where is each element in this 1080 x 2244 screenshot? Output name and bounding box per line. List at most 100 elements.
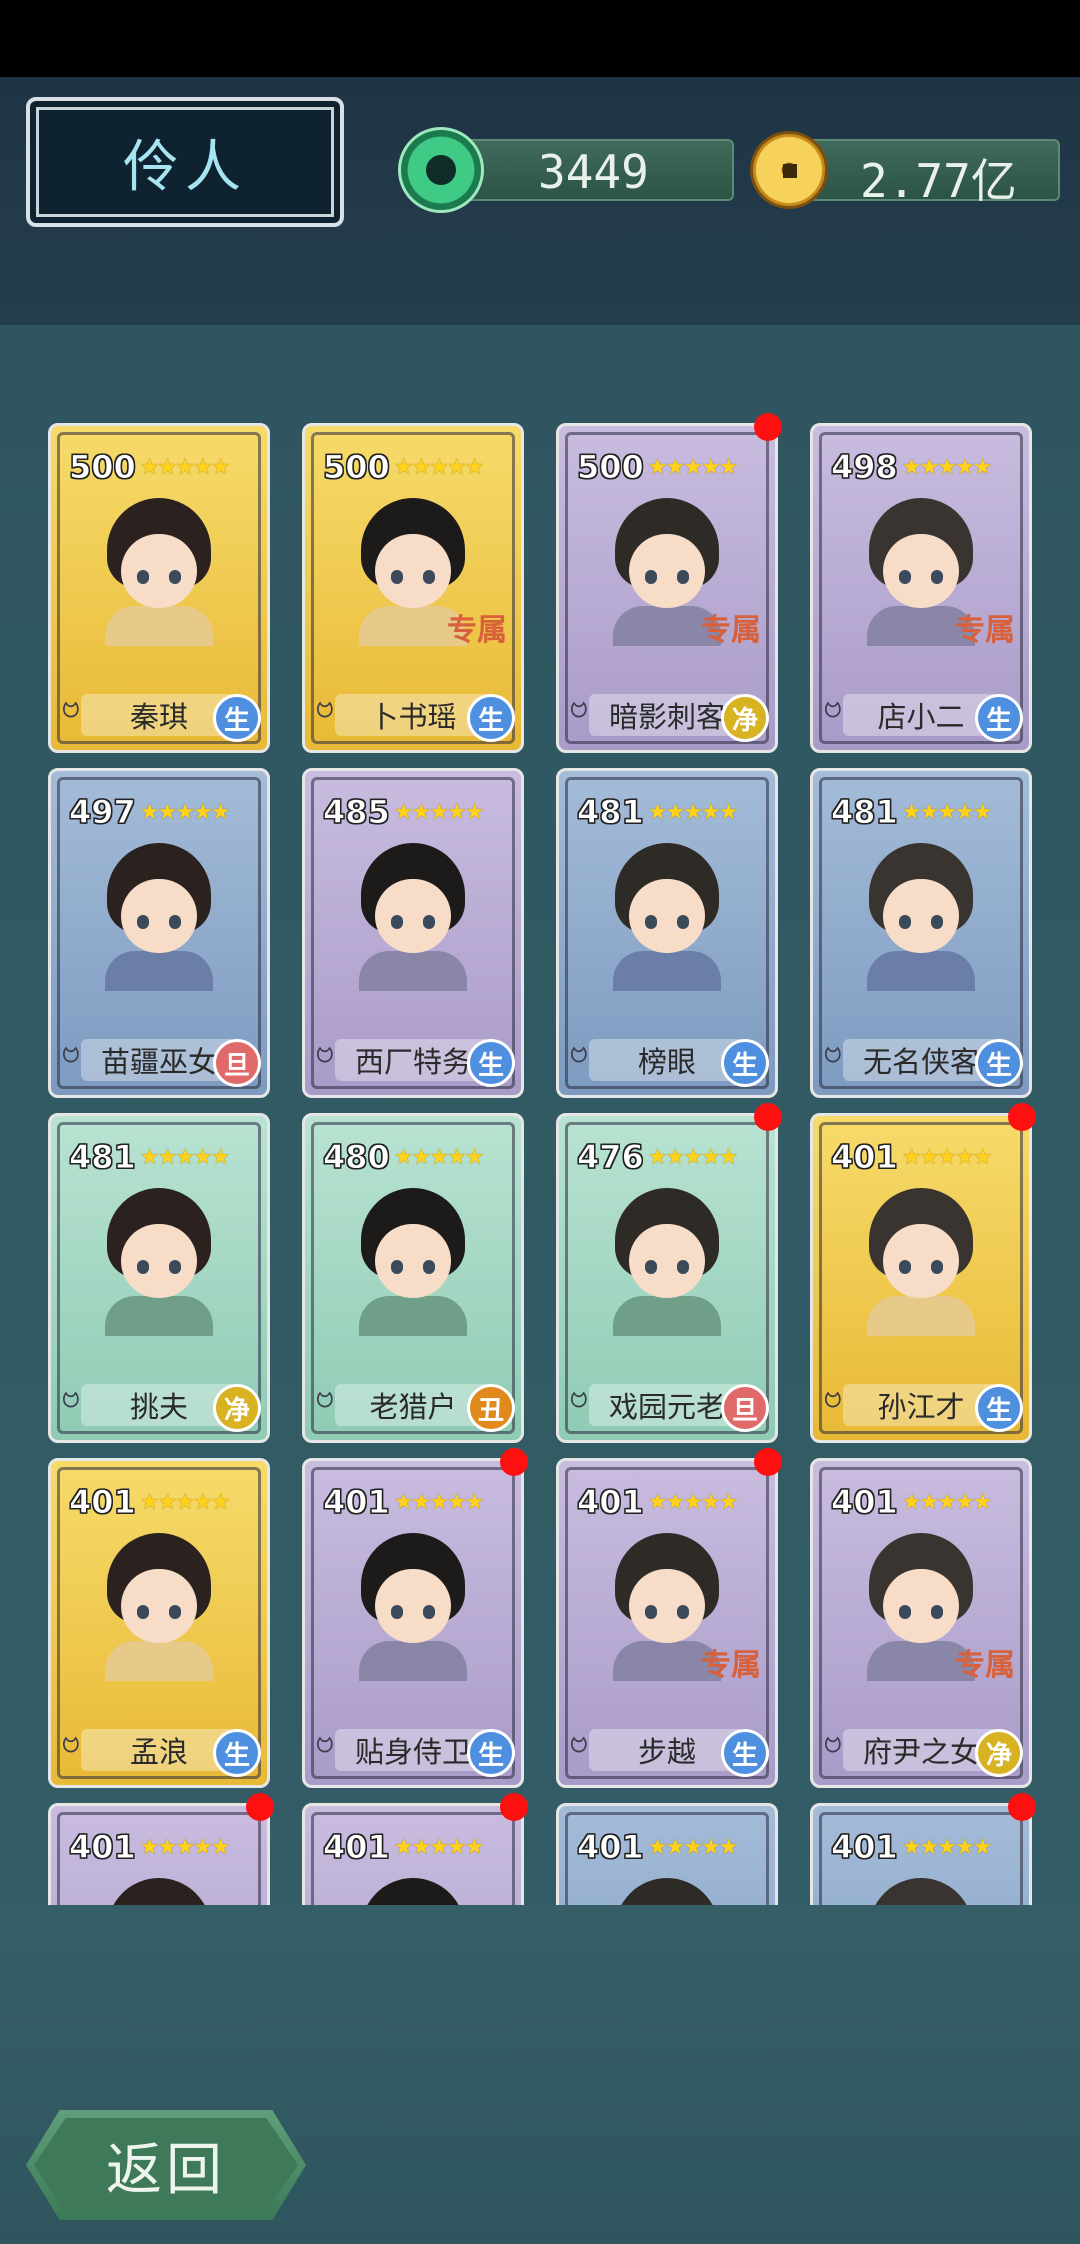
exclusive-mark: 专属 [955, 613, 1015, 648]
title-panel: 伶人 [26, 97, 344, 227]
spiral-ornament-icon: ဗ [61, 1721, 81, 1761]
exclusive-mark: 专属 [447, 613, 507, 648]
performer-card[interactable]: 485 ★★★★★ ဗ 西厂特务 生 [302, 768, 524, 1098]
card-score: 401 [577, 1828, 645, 1867]
card-score: 481 [577, 793, 645, 832]
performer-card[interactable]: 481 ★★★★★ ဗ 榜眼 生 [556, 768, 778, 1098]
performer-card-grid[interactable]: 500 ★★★★★ ဗ 秦琪 生 500 ★★★★★ 专属 ဗ 卜书瑶 生 50… [0, 325, 1080, 1905]
card-name: 苗疆巫女 [100, 1045, 217, 1079]
role-type-badge: 生 [213, 1729, 261, 1777]
spiral-ornament-icon: ဗ [61, 686, 81, 726]
card-name: 孟浪 [129, 1735, 188, 1769]
star-rating-icon: ★★★★★ [647, 1144, 739, 1170]
card-header: 481 ★★★★★ [831, 793, 993, 832]
spiral-ornament-icon: ဗ [61, 1031, 81, 1071]
card-name: 孙江才 [877, 1390, 965, 1424]
performer-card[interactable]: 401 ★★★★★ 专属 ဗ 步越 生 [556, 1458, 778, 1788]
performer-card[interactable]: 481 ★★★★★ ဗ 无名侠客 生 [810, 768, 1032, 1098]
notification-dot [1008, 1103, 1036, 1131]
exclusive-mark [445, 1651, 507, 1711]
card-score: 500 [323, 448, 391, 487]
role-type-badge: 生 [467, 1039, 515, 1087]
character-portrait [607, 1878, 727, 1905]
card-score: 401 [69, 1828, 137, 1867]
notification-dot [1008, 1793, 1036, 1821]
role-type-badge: 净 [721, 694, 769, 742]
card-header: 401 ★★★★★ [577, 1828, 739, 1867]
performer-card[interactable]: 498 ★★★★★ 专属 ဗ 店小二 生 [810, 423, 1032, 753]
card-header: 500 ★★★★★ [69, 448, 231, 487]
card-header: 401 ★★★★★ [69, 1483, 231, 1522]
card-name: 老猎户 [369, 1390, 457, 1424]
card-score: 476 [577, 1138, 645, 1177]
card-score: 481 [831, 793, 899, 832]
star-rating-icon: ★★★★★ [901, 1489, 993, 1515]
performer-card[interactable]: 481 ★★★★★ ဗ 挑夫 净 [48, 1113, 270, 1443]
role-type-badge: 生 [467, 1729, 515, 1777]
card-header: 497 ★★★★★ [69, 793, 231, 832]
jade-resource: 3449 [398, 127, 738, 213]
performer-card[interactable]: 500 ★★★★★ 专属 ဗ 卜书瑶 生 [302, 423, 524, 753]
card-score: 498 [831, 448, 899, 487]
star-rating-icon: ★★★★★ [139, 454, 231, 480]
exclusive-mark: 专属 [955, 1648, 1015, 1683]
card-header: 401 ★★★★★ [69, 1828, 231, 1867]
role-type-badge: 生 [975, 1384, 1023, 1432]
role-type-badge: 旦 [213, 1039, 261, 1087]
card-name: 卜书瑶 [369, 700, 457, 734]
card-name: 西厂特务 [354, 1045, 471, 1079]
coin-amount: 2.77亿 [860, 154, 1017, 208]
card-score: 401 [831, 1483, 899, 1522]
character-portrait [353, 1878, 473, 1905]
star-rating-icon: ★★★★★ [901, 454, 993, 480]
card-score: 485 [323, 793, 391, 832]
exclusive-mark [191, 616, 253, 676]
star-rating-icon: ★★★★★ [139, 1489, 231, 1515]
star-rating-icon: ★★★★★ [901, 1834, 993, 1860]
exclusive-mark [699, 1306, 761, 1366]
exclusive-mark [699, 961, 761, 1021]
role-type-badge: 生 [721, 1039, 769, 1087]
spiral-ornament-icon: ဗ [823, 1031, 843, 1071]
back-button[interactable]: 返回 [26, 2110, 306, 2220]
star-rating-icon: ★★★★★ [139, 799, 231, 825]
performer-card[interactable]: 401 ★★★★★ ဗ 贴身侍卫 生 [302, 1458, 524, 1788]
role-type-badge: 生 [721, 1729, 769, 1777]
performer-card[interactable]: 401 ★★★★★ ဗ [48, 1803, 270, 1905]
notification-dot [500, 1448, 528, 1476]
exclusive-mark [445, 1306, 507, 1366]
exclusive-mark: 专属 [701, 613, 761, 648]
role-type-badge: 丑 [467, 1384, 515, 1432]
jade-amount: 3449 [538, 145, 649, 199]
exclusive-mark [445, 961, 507, 1021]
card-score: 401 [831, 1828, 899, 1867]
star-rating-icon: ★★★★★ [393, 454, 485, 480]
exclusive-mark [191, 1306, 253, 1366]
performer-card[interactable]: 500 ★★★★★ 专属 ဗ 暗影刺客 净 [556, 423, 778, 753]
card-name: 府尹之女 [862, 1735, 979, 1769]
performer-card[interactable]: 401 ★★★★★ ဗ [556, 1803, 778, 1905]
card-header: 401 ★★★★★ [831, 1483, 993, 1522]
notification-dot [754, 1448, 782, 1476]
card-score: 481 [69, 1138, 137, 1177]
performer-card[interactable]: 401 ★★★★★ ဗ [302, 1803, 524, 1905]
performer-card[interactable]: 480 ★★★★★ ဗ 老猎户 丑 [302, 1113, 524, 1443]
card-header: 498 ★★★★★ [831, 448, 993, 487]
performer-card[interactable]: 401 ★★★★★ ဗ 孙江才 生 [810, 1113, 1032, 1443]
back-button-label: 返回 [106, 2137, 226, 2203]
star-rating-icon: ★★★★★ [393, 1144, 485, 1170]
performer-card[interactable]: 500 ★★★★★ ဗ 秦琪 生 [48, 423, 270, 753]
performer-card[interactable]: 401 ★★★★★ 专属 ဗ 府尹之女 净 [810, 1458, 1032, 1788]
performer-card[interactable]: 497 ★★★★★ ဗ 苗疆巫女 旦 [48, 768, 270, 1098]
performer-card[interactable]: 401 ★★★★★ ဗ [810, 1803, 1032, 1905]
role-type-badge: 旦 [721, 1384, 769, 1432]
performer-card[interactable]: 476 ★★★★★ ဗ 戏园元老 旦 [556, 1113, 778, 1443]
card-name: 挑夫 [129, 1390, 188, 1424]
card-header: 401 ★★★★★ [323, 1828, 485, 1867]
spiral-ornament-icon: ဗ [315, 1721, 335, 1761]
character-portrait [99, 1878, 219, 1905]
card-header: 500 ★★★★★ [577, 448, 739, 487]
star-rating-icon: ★★★★★ [393, 1489, 485, 1515]
star-rating-icon: ★★★★★ [393, 799, 485, 825]
performer-card[interactable]: 401 ★★★★★ ဗ 孟浪 生 [48, 1458, 270, 1788]
